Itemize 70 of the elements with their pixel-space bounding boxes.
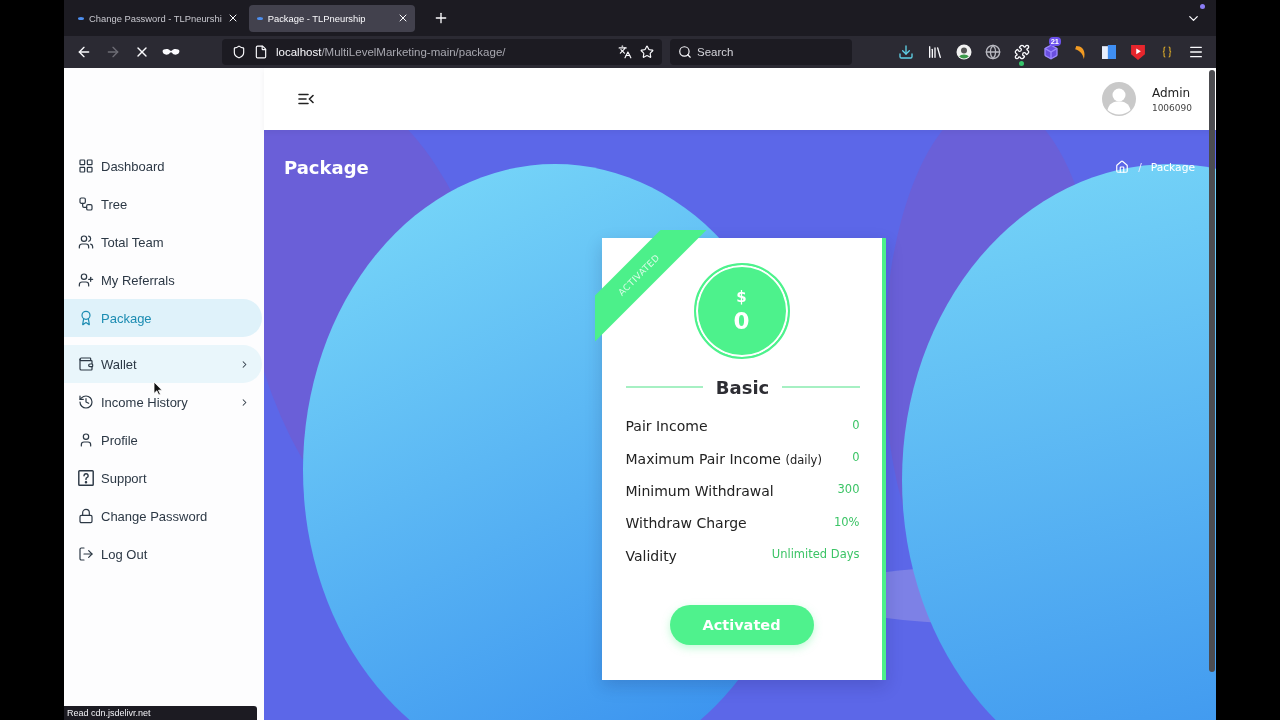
feature-label: Minimum Withdrawal	[625, 482, 774, 499]
breadcrumb-item: Package	[1150, 160, 1195, 174]
home-icon[interactable]	[1115, 160, 1130, 174]
feature-label: Validity	[625, 547, 677, 564]
feature-value: 10%	[833, 514, 860, 529]
download-icon[interactable]	[897, 44, 914, 60]
globe-icon[interactable]	[984, 44, 1001, 60]
documents-icon[interactable]	[1101, 45, 1116, 59]
glasses-icon[interactable]	[161, 48, 180, 56]
logout-icon	[78, 546, 94, 562]
search-icon	[678, 45, 692, 59]
pointer-cursor-icon	[153, 381, 163, 396]
sidebar-item[interactable]: Profile	[64, 421, 262, 459]
sidebar-item[interactable]: Dashboard	[64, 147, 262, 185]
flowchart-icon	[78, 196, 94, 212]
crescent-icon[interactable]	[1074, 45, 1085, 59]
profile-circle-icon[interactable]	[955, 44, 972, 60]
sidebar-item[interactable]: Change Password	[64, 497, 262, 535]
feature-label: Pair Income	[625, 418, 708, 435]
search-field[interactable]: Search	[670, 39, 852, 65]
feature-value: 0	[852, 417, 860, 432]
help-icon	[78, 470, 94, 486]
play-shield-icon[interactable]	[1130, 44, 1145, 60]
page-title: Package	[284, 156, 369, 178]
feature-value: Unlimited Days	[771, 547, 860, 562]
shield-icon	[232, 45, 246, 59]
feature-value: 300	[837, 482, 860, 497]
price-value: 0	[733, 308, 750, 334]
page-icon	[254, 45, 268, 59]
sidebar-item[interactable]: Total Team	[64, 223, 262, 261]
indicator-dot-icon	[1019, 61, 1024, 66]
favicon-icon	[78, 16, 84, 20]
puzzle-icon[interactable]	[1013, 44, 1030, 60]
feature-label: Withdraw Charge	[625, 515, 747, 532]
sidebar-item[interactable]: Support	[64, 459, 262, 497]
cube-icon[interactable]	[1042, 44, 1059, 60]
breadcrumb-separator: /	[1138, 161, 1142, 173]
history-icon	[78, 394, 94, 410]
lock-icon	[78, 508, 94, 524]
url-text: localhost/MultiLevelMarketing-main/package/	[276, 46, 506, 58]
sidebar-item[interactable]: Income History	[64, 383, 262, 421]
library-icon[interactable]	[926, 44, 943, 60]
grid-icon	[78, 158, 94, 174]
user-name: Admin	[1151, 85, 1192, 100]
sidebar-item[interactable]: Tree	[64, 185, 262, 223]
wallet-icon	[78, 356, 94, 372]
sidebar-item[interactable]: Log Out	[64, 535, 262, 573]
currency-symbol: $	[736, 288, 747, 306]
star-icon[interactable]	[640, 45, 654, 59]
sidebar-item[interactable]: My Referrals	[64, 261, 262, 299]
browser-tab[interactable]: Change Password - TLPneurshi	[70, 4, 245, 32]
user-icon	[78, 432, 94, 448]
feature-value: 0	[852, 450, 860, 465]
menu-icon[interactable]	[1187, 44, 1204, 60]
menu-collapse-icon[interactable]	[298, 93, 314, 105]
sidebar-item[interactable]: Wallet	[64, 345, 262, 383]
user-id: 1006090	[1151, 102, 1192, 113]
favicon-icon	[256, 16, 263, 20]
notification-dot-icon	[1200, 4, 1205, 9]
award-icon	[78, 310, 94, 326]
users-icon	[78, 234, 94, 250]
status-text: Read cdn.jsdelivr.net	[64, 706, 257, 720]
feature-label: Maximum Pair Income (daily)	[625, 450, 822, 467]
address-bar[interactable]: localhost/MultiLevelMarketing-main/package/	[222, 39, 662, 65]
scrollbar-thumb[interactable]	[1209, 70, 1215, 672]
braces-icon[interactable]	[1161, 46, 1172, 58]
user-plus-icon	[78, 272, 94, 288]
plan-name: Basic	[715, 376, 770, 398]
browser-tab[interactable]: Package - TLPneurship	[248, 4, 415, 32]
translate-icon[interactable]	[618, 45, 632, 59]
